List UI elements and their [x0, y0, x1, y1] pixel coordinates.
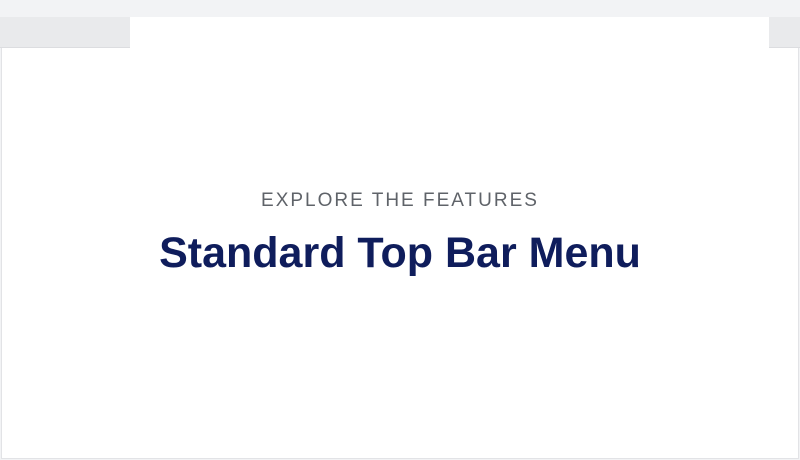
active-tab[interactable]: [130, 17, 769, 48]
tab-bar: [0, 17, 800, 48]
page-title: Standard Top Bar Menu: [159, 229, 641, 277]
section-eyebrow: EXPLORE THE FEATURES: [261, 190, 539, 211]
window-top-strip: [0, 0, 800, 17]
